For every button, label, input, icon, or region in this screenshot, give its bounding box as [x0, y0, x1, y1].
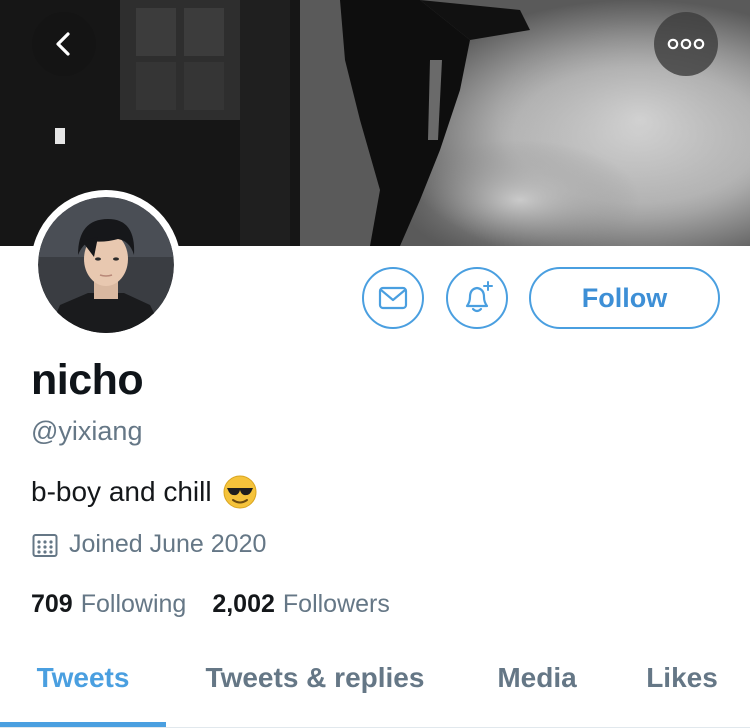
- avatar[interactable]: [31, 190, 181, 340]
- followers-link[interactable]: 2,002 Followers: [212, 590, 390, 619]
- message-button[interactable]: [362, 267, 424, 329]
- followers-count: 2,002: [212, 590, 275, 618]
- following-link[interactable]: 709 Following: [31, 590, 186, 619]
- following-label: Following: [80, 590, 187, 618]
- bio: b-boy and chill: [31, 474, 258, 510]
- follow-button[interactable]: Follow: [529, 267, 720, 329]
- display-name: nicho: [31, 356, 144, 404]
- user-handle: @yixiang: [31, 416, 143, 446]
- follow-stats: 709 Following 2,002 Followers: [31, 590, 390, 619]
- followers-label: Followers: [282, 590, 390, 618]
- profile-tabs: Tweets Tweets & replies Media Likes: [0, 650, 750, 728]
- more-options-button[interactable]: [654, 12, 718, 76]
- tab-tweets-and-replies[interactable]: Tweets & replies: [180, 650, 450, 724]
- chevron-left-icon: [56, 32, 70, 56]
- following-count: 709: [31, 590, 73, 618]
- tab-tweets[interactable]: Tweets: [0, 650, 166, 724]
- envelope-icon: [378, 286, 408, 310]
- bell-plus-icon: [465, 281, 493, 313]
- calendar-icon: [32, 533, 58, 557]
- sunglasses-emoji-icon: [223, 475, 257, 509]
- active-tab-indicator: [0, 722, 166, 727]
- notifications-button[interactable]: [446, 267, 508, 329]
- back-button[interactable]: [32, 12, 96, 76]
- tab-likes[interactable]: Likes: [630, 650, 734, 724]
- tab-media[interactable]: Media: [478, 650, 596, 724]
- bio-text: b-boy and chill: [31, 476, 212, 507]
- join-date: Joined June 2020: [31, 530, 266, 559]
- more-horizontal-icon: [667, 38, 705, 50]
- join-date-text: Joined June 2020: [69, 530, 267, 558]
